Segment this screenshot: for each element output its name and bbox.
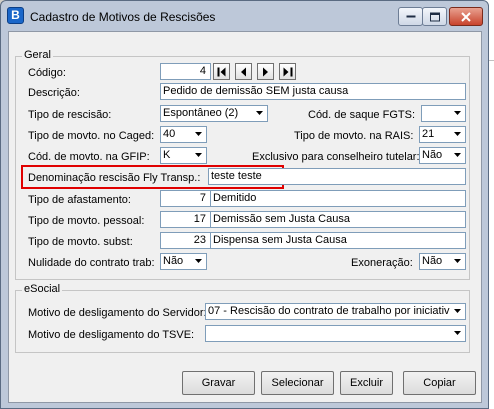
chevron-down-icon[interactable] [450,326,465,341]
tipo-rescisao-value: Espontâneo (2) [163,107,239,119]
tipo-afastamento-desc: Demitido [210,190,466,207]
tipo-movto-subst-label: Tipo de movto. subst: [28,236,133,248]
selecionar-button[interactable]: Selecionar [261,371,334,395]
nulidade-label: Nulidade do contrato trab: [28,257,155,269]
tipo-rescisao-select[interactable]: Espontâneo (2) [160,105,268,122]
tipo-movto-pessoal-label: Tipo de movto. pessoal: [28,215,145,227]
tipo-movto-subst-code[interactable]: 23 [160,232,211,249]
chevron-down-icon[interactable] [191,254,206,269]
exoneracao-label: Exoneração: [351,257,413,269]
esocial-legend: eSocial [22,283,63,295]
tipo-movto-pessoal-desc: Demissão sem Justa Causa [210,211,466,228]
minimize-icon [406,15,415,17]
chevron-down-icon[interactable] [450,254,465,269]
motivo-servidor-value: 07 - Rescisão do contrato de trabalho po… [208,305,456,317]
tipo-movto-rais-select[interactable]: 21 [419,126,466,143]
tipo-movto-caged-value: 40 [163,128,176,140]
next-record-button[interactable] [257,63,274,80]
motivo-tsve-label: Motivo de desligamento do TSVE: [28,329,195,341]
exclusivo-conselheiro-value: Não [422,149,443,161]
chevron-down-icon[interactable] [191,148,206,163]
tipo-movto-caged-select[interactable]: 40 [160,126,207,143]
cod-movto-gfip-label: Cód. de movto. na GFIP: [28,151,150,163]
gravar-button[interactable]: Gravar [182,371,255,395]
descricao-label: Descrição: [28,87,80,99]
tipo-movto-rais-value: 21 [422,128,435,140]
minimize-button[interactable] [398,7,423,26]
previous-record-icon [240,67,246,76]
tipo-afastamento-code[interactable]: 7 [160,190,211,207]
maximize-icon [429,12,440,21]
close-icon [461,11,471,22]
title-bar[interactable]: B Cadastro de Motivos de Rescisões [1,1,488,31]
denominacao-fly-field[interactable]: teste teste [208,168,466,185]
tipo-movto-pessoal-code[interactable]: 17 [160,211,211,228]
motivo-servidor-label: Motivo de desligamento do Servidor: [28,307,207,319]
chevron-down-icon[interactable] [450,304,465,319]
dialog-window: B Cadastro de Motivos de Rescisões Geral… [0,0,489,409]
exclusivo-conselheiro-label: Exclusivo para conselheiro tutelar: [252,151,420,163]
exoneracao-value: Não [422,255,443,267]
geral-legend: Geral [22,49,53,61]
exoneracao-select[interactable]: Não [419,253,466,270]
codigo-label: Código: [28,67,66,79]
copiar-button[interactable]: Copiar [403,371,476,395]
tipo-rescisao-label: Tipo de rescisão: [28,109,112,121]
tipo-movto-caged-label: Tipo de movto. no Caged: [28,130,155,142]
next-record-icon [262,67,268,76]
tipo-movto-rais-label: Tipo de movto. na RAIS: [294,130,414,142]
excluir-button[interactable]: Excluir [340,371,393,395]
close-button[interactable] [449,7,483,26]
chevron-down-icon[interactable] [450,148,465,163]
tipo-afastamento-label: Tipo de afastamento: [28,194,131,206]
chevron-down-icon[interactable] [450,127,465,142]
previous-record-button[interactable] [235,63,252,80]
motivo-servidor-select[interactable]: 07 - Rescisão do contrato de trabalho po… [205,303,466,320]
descricao-field[interactable]: Pedido de demissão SEM justa causa [160,83,466,100]
motivo-tsve-select[interactable] [205,325,466,342]
denominacao-fly-label: Denominação rescisão Fly Transp.: [28,172,201,184]
codigo-field[interactable]: 4 [160,63,211,80]
window-title: Cadastro de Motivos de Rescisões [30,10,216,24]
first-record-icon [217,67,225,76]
dialog-client-area: Geral Código: 4 Descrição: Pedido de dem… [8,31,482,403]
tipo-movto-subst-desc: Dispensa sem Justa Causa [210,232,466,249]
chevron-down-icon[interactable] [252,106,267,121]
last-record-icon [283,67,292,76]
cod-movto-gfip-value: K [163,149,171,161]
app-icon: B [7,7,24,24]
nulidade-value: Não [163,255,184,267]
last-record-button[interactable] [279,63,296,80]
chevron-down-icon[interactable] [191,127,206,142]
cod-saque-fgts-select[interactable] [421,105,466,122]
cod-movto-gfip-select[interactable]: K [160,147,207,164]
maximize-button[interactable] [422,7,447,26]
nulidade-select[interactable]: Não [160,253,207,270]
cod-saque-fgts-label: Cód. de saque FGTS: [308,109,415,121]
exclusivo-conselheiro-select[interactable]: Não [419,147,466,164]
first-record-button[interactable] [213,63,230,80]
esocial-group: eSocial [15,283,470,353]
chevron-down-icon[interactable] [450,106,465,121]
